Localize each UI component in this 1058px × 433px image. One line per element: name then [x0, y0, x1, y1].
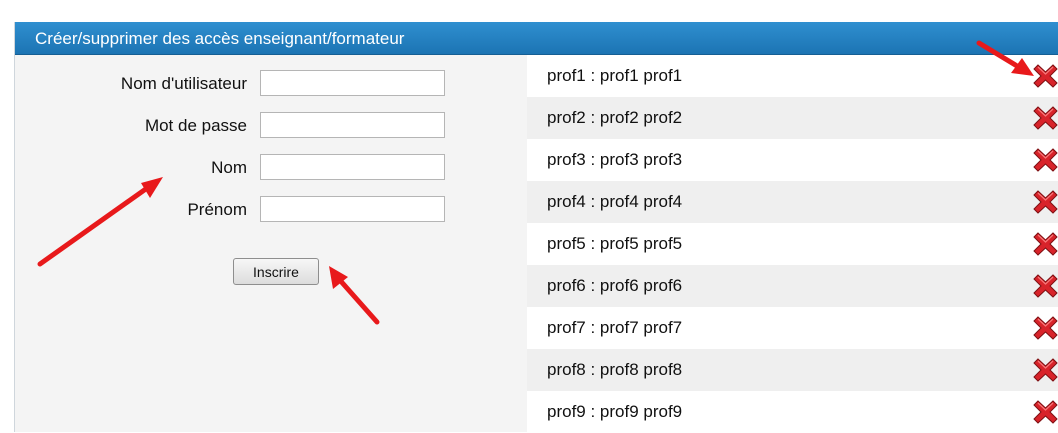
list-item: prof4 : prof4 prof4 [527, 181, 1058, 223]
user-entry-text: prof6 : prof6 prof6 [547, 276, 683, 295]
delete-x-icon[interactable] [1032, 189, 1058, 215]
list-item: prof5 : prof5 prof5 [527, 223, 1058, 265]
user-entry-text: prof7 : prof7 prof7 [547, 318, 683, 337]
user-entry-text: prof3 : prof3 prof3 [547, 150, 683, 169]
registration-form: Nom d'utilisateur Mot de passe Nom Préno… [15, 55, 527, 432]
username-input[interactable] [260, 70, 445, 96]
user-list: prof1 : prof1 prof1 prof2 : prof2 prof2 … [527, 55, 1058, 433]
panel-title: Créer/supprimer des accès enseignant/for… [35, 29, 405, 48]
firstname-input[interactable] [260, 196, 445, 222]
firstname-row: Prénom [15, 194, 527, 226]
password-row: Mot de passe [15, 110, 527, 142]
password-label: Mot de passe [144, 116, 247, 135]
user-entry-text: prof2 : prof2 prof2 [547, 108, 683, 127]
list-item: prof6 : prof6 prof6 [527, 265, 1058, 307]
user-entry-text: prof8 : prof8 prof8 [547, 360, 683, 379]
list-item: prof2 : prof2 prof2 [527, 97, 1058, 139]
delete-x-icon[interactable] [1032, 357, 1058, 383]
user-entry-text: prof1 : prof1 prof1 [547, 66, 683, 85]
password-input[interactable] [260, 112, 445, 138]
panel-header: Créer/supprimer des accès enseignant/for… [15, 22, 1058, 55]
list-item: prof3 : prof3 prof3 [527, 139, 1058, 181]
delete-x-icon[interactable] [1032, 105, 1058, 131]
user-entry-text: prof9 : prof9 prof9 [547, 402, 683, 421]
user-entry-text: prof5 : prof5 prof5 [547, 234, 683, 253]
delete-x-icon[interactable] [1032, 273, 1058, 299]
list-item: prof8 : prof8 prof8 [527, 349, 1058, 391]
register-button[interactable]: Inscrire [233, 258, 319, 285]
delete-x-icon[interactable] [1032, 399, 1058, 425]
username-label: Nom d'utilisateur [120, 74, 247, 93]
delete-x-icon[interactable] [1032, 147, 1058, 173]
teacher-access-panel: Créer/supprimer des accès enseignant/for… [14, 22, 1058, 433]
delete-x-icon[interactable] [1032, 63, 1058, 89]
lastname-label: Nom [211, 158, 247, 177]
list-item: prof7 : prof7 prof7 [527, 307, 1058, 349]
list-item: prof1 : prof1 prof1 [527, 55, 1058, 97]
delete-x-icon[interactable] [1032, 315, 1058, 341]
username-row: Nom d'utilisateur [15, 68, 527, 100]
user-entry-text: prof4 : prof4 prof4 [547, 192, 683, 211]
list-item: prof9 : prof9 prof9 [527, 391, 1058, 433]
lastname-row: Nom [15, 152, 527, 184]
delete-x-icon[interactable] [1032, 231, 1058, 257]
lastname-input[interactable] [260, 154, 445, 180]
firstname-label: Prénom [187, 200, 247, 219]
